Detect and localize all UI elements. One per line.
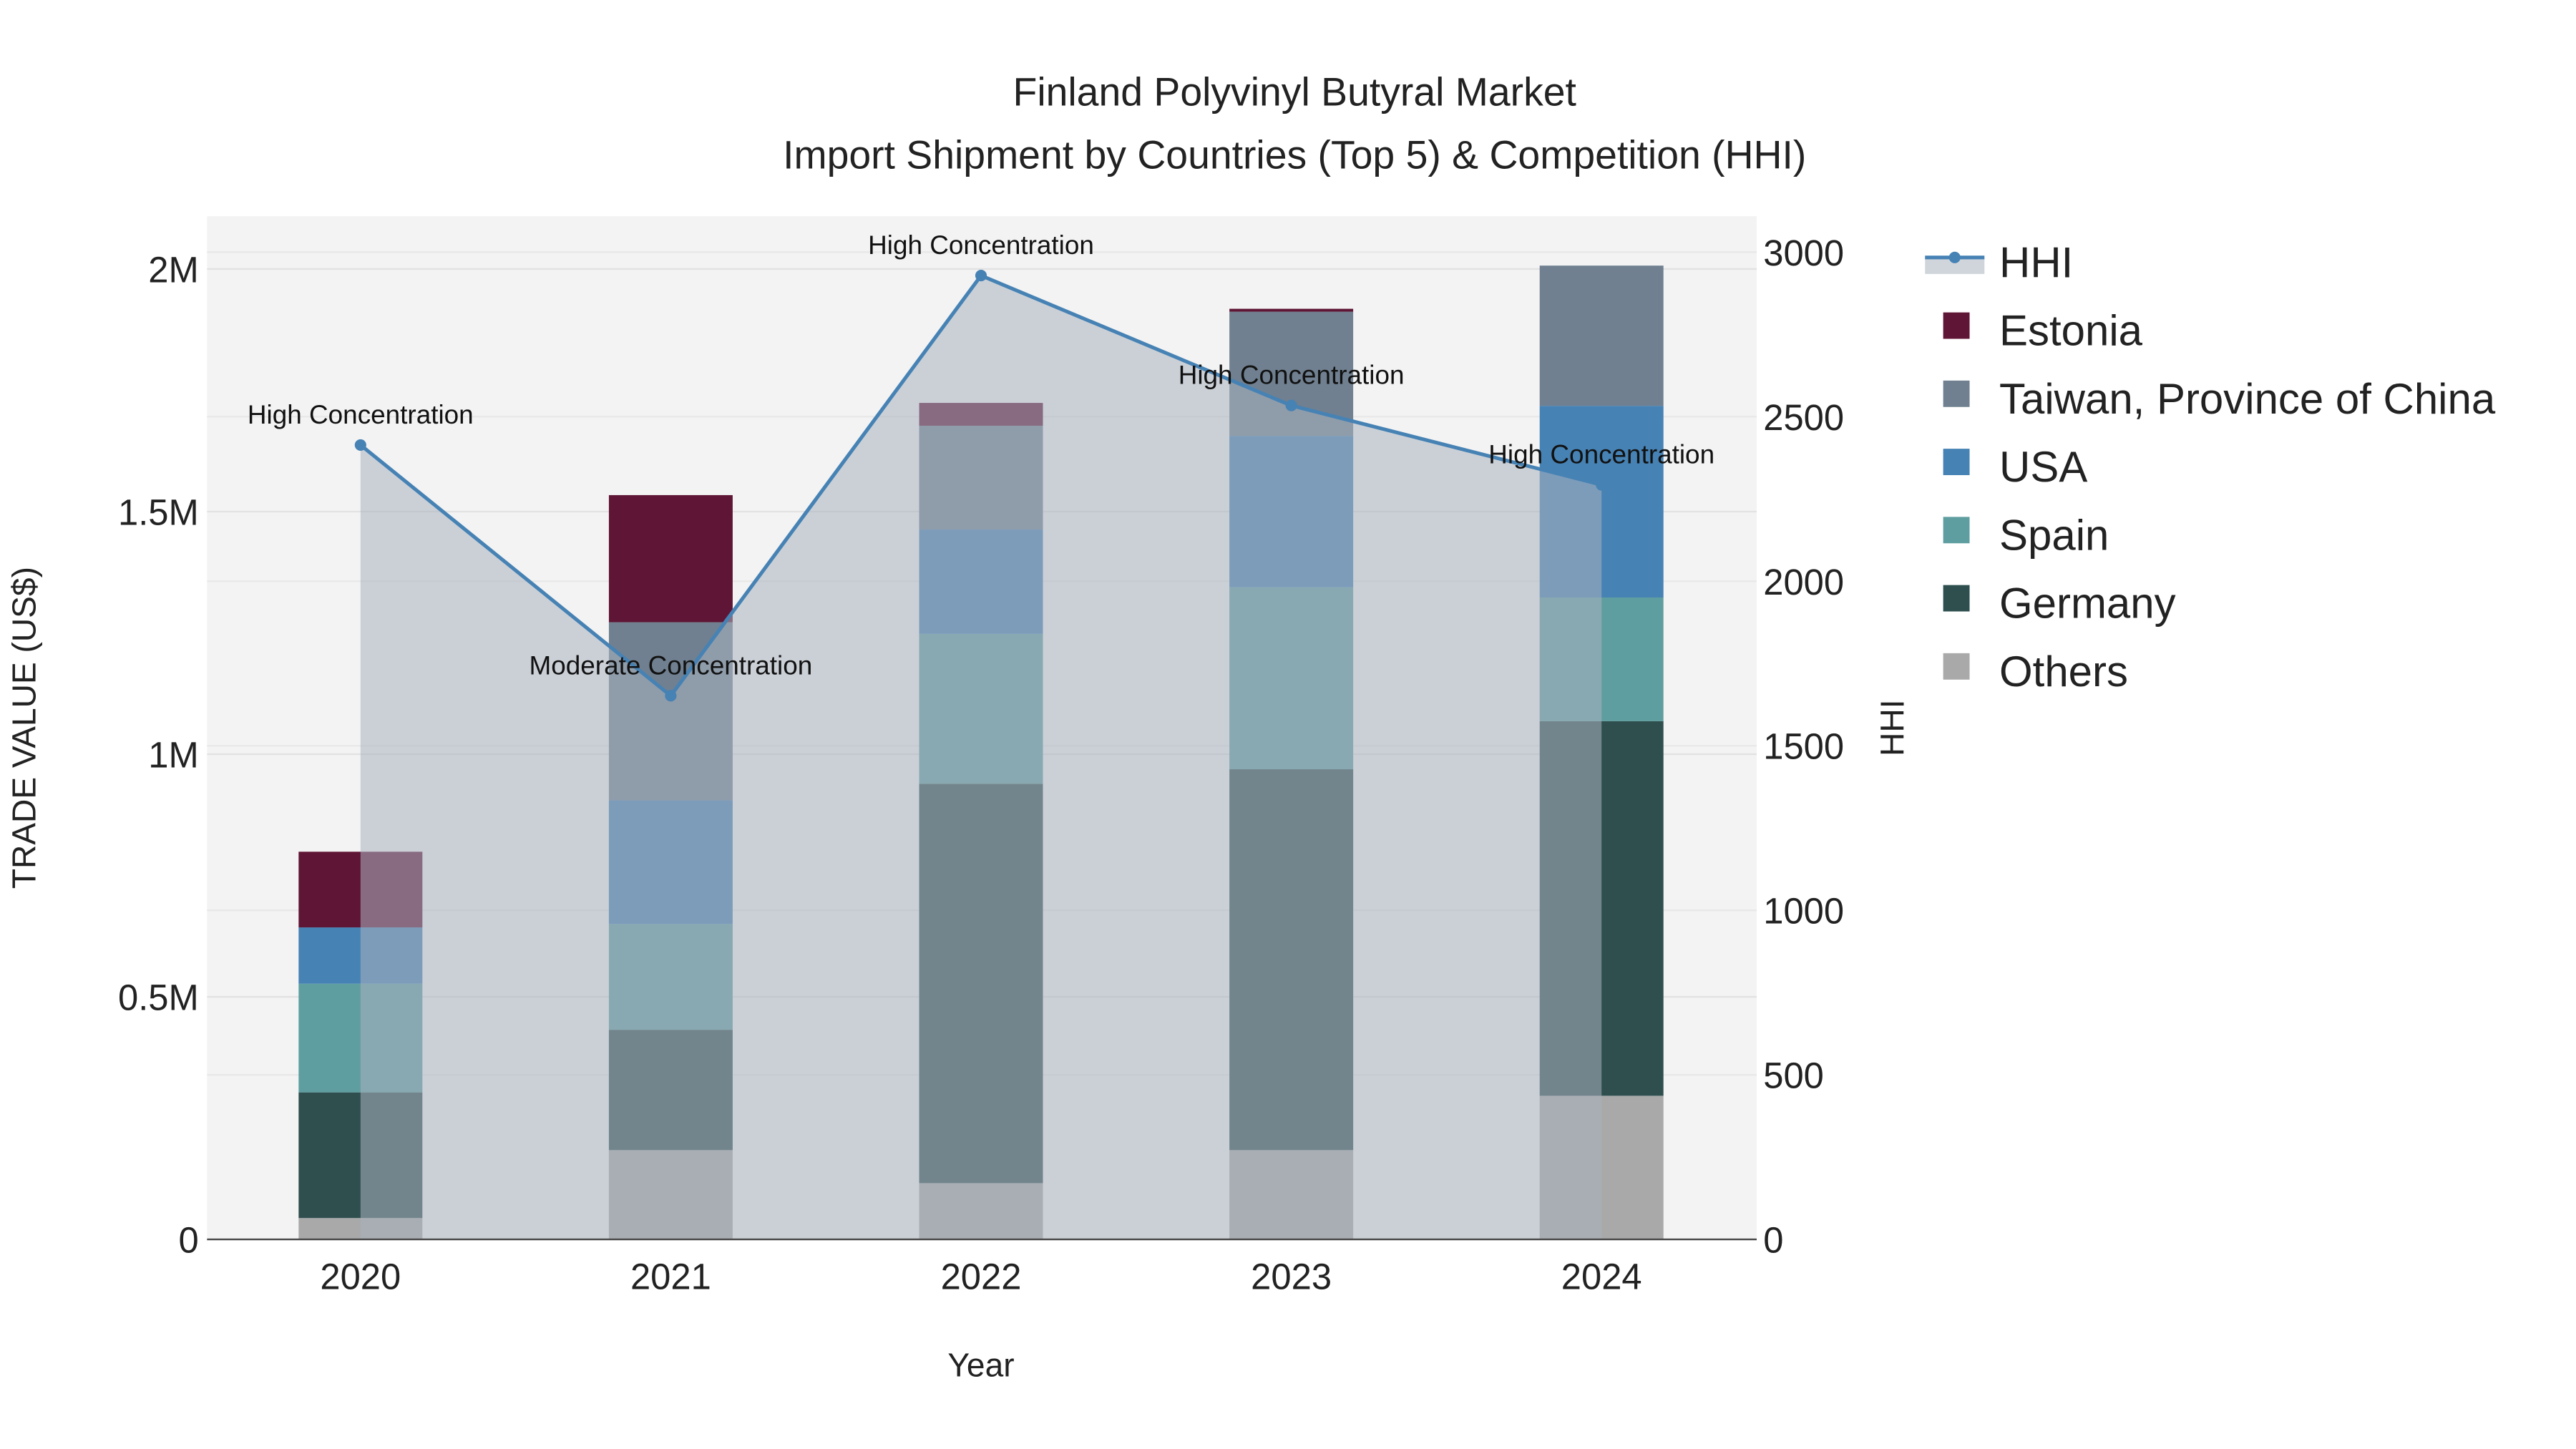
y2-axis-label: HHI — [1873, 699, 1911, 756]
legend-swatch — [1943, 585, 1970, 612]
legend-swatch — [1943, 653, 1970, 680]
y2-tick-label: 2000 — [1763, 562, 1844, 602]
y2-tick-label: 0 — [1763, 1220, 1783, 1261]
legend-swatch — [1943, 312, 1970, 339]
y2-tick-label: 1500 — [1763, 726, 1844, 767]
x-tick-label: 2024 — [1561, 1256, 1642, 1297]
y-tick-label: 0 — [179, 1220, 199, 1261]
legend-label[interactable]: Spain — [1999, 511, 2109, 559]
y-tick-label: 0.5M — [118, 977, 199, 1018]
hhi-annotation: High Concentration — [1488, 440, 1714, 469]
x-axis-label: Year — [947, 1347, 1014, 1384]
hhi-point[interactable] — [1596, 479, 1608, 491]
y2-tick-label: 3000 — [1763, 233, 1844, 273]
legend: HHI Estonia Taiwan, Province of China USA Sp… — [1925, 238, 2496, 696]
hhi-annotation: Moderate Concentration — [530, 650, 813, 680]
hhi-annotation: High Concentration — [1179, 361, 1405, 390]
legend-swatch — [1943, 449, 1970, 476]
y-tick-label: 2M — [148, 249, 198, 290]
legend-label[interactable]: Estonia — [1999, 307, 2143, 355]
y2-tick-label: 500 — [1763, 1055, 1824, 1096]
y2-tick-label: 1000 — [1763, 891, 1844, 932]
x-tick-label: 2020 — [320, 1256, 401, 1297]
legend-label[interactable]: HHI — [1999, 238, 2073, 286]
hhi-annotation: High Concentration — [248, 400, 474, 429]
chart-subtitle: Import Shipment by Countries (Top 5) & C… — [783, 132, 1806, 177]
hhi-point[interactable] — [354, 439, 366, 451]
y-tick-label: 1.5M — [118, 492, 199, 532]
y-axis-ticks: 0 0.5M 1M 1.5M 2M — [118, 249, 199, 1260]
y2-tick-label: 2500 — [1763, 397, 1844, 438]
hhi-annotation: High Concentration — [868, 230, 1094, 260]
chart: High Concentration Moderate Concentration… — [5, 70, 2496, 1384]
legend-label[interactable]: Germany — [1999, 580, 2176, 628]
x-axis-ticks: 2020 2021 2022 2023 2024 — [320, 1256, 1641, 1297]
hhi-point[interactable] — [665, 690, 677, 702]
x-tick-label: 2021 — [630, 1256, 711, 1297]
hhi-point[interactable] — [975, 269, 987, 282]
bar-estonia-2023[interactable] — [1229, 308, 1354, 312]
legend-label[interactable]: Others — [1999, 648, 2128, 696]
x-tick-label: 2023 — [1251, 1256, 1332, 1297]
y-tick-label: 1M — [148, 734, 198, 775]
legend-label[interactable]: USA — [1999, 443, 2087, 491]
y2-axis-ticks: 0 500 1000 1500 2000 2500 3000 — [1763, 233, 1844, 1261]
bar-taiwan-province-of-china-2024[interactable] — [1539, 265, 1664, 406]
x-tick-label: 2022 — [941, 1256, 1022, 1297]
bar-estonia-2021[interactable] — [608, 494, 733, 623]
legend-label[interactable]: Taiwan, Province of China — [1999, 375, 2496, 423]
legend-swatch-hhi-point — [1948, 251, 1961, 263]
hhi-point[interactable] — [1285, 399, 1297, 411]
chart-title: Finland Polyvinyl Butyral Market — [1013, 70, 1576, 114]
legend-swatch — [1943, 380, 1970, 407]
y-axis-label: TRADE VALUE (US$) — [5, 567, 42, 889]
legend-swatch — [1943, 517, 1970, 544]
